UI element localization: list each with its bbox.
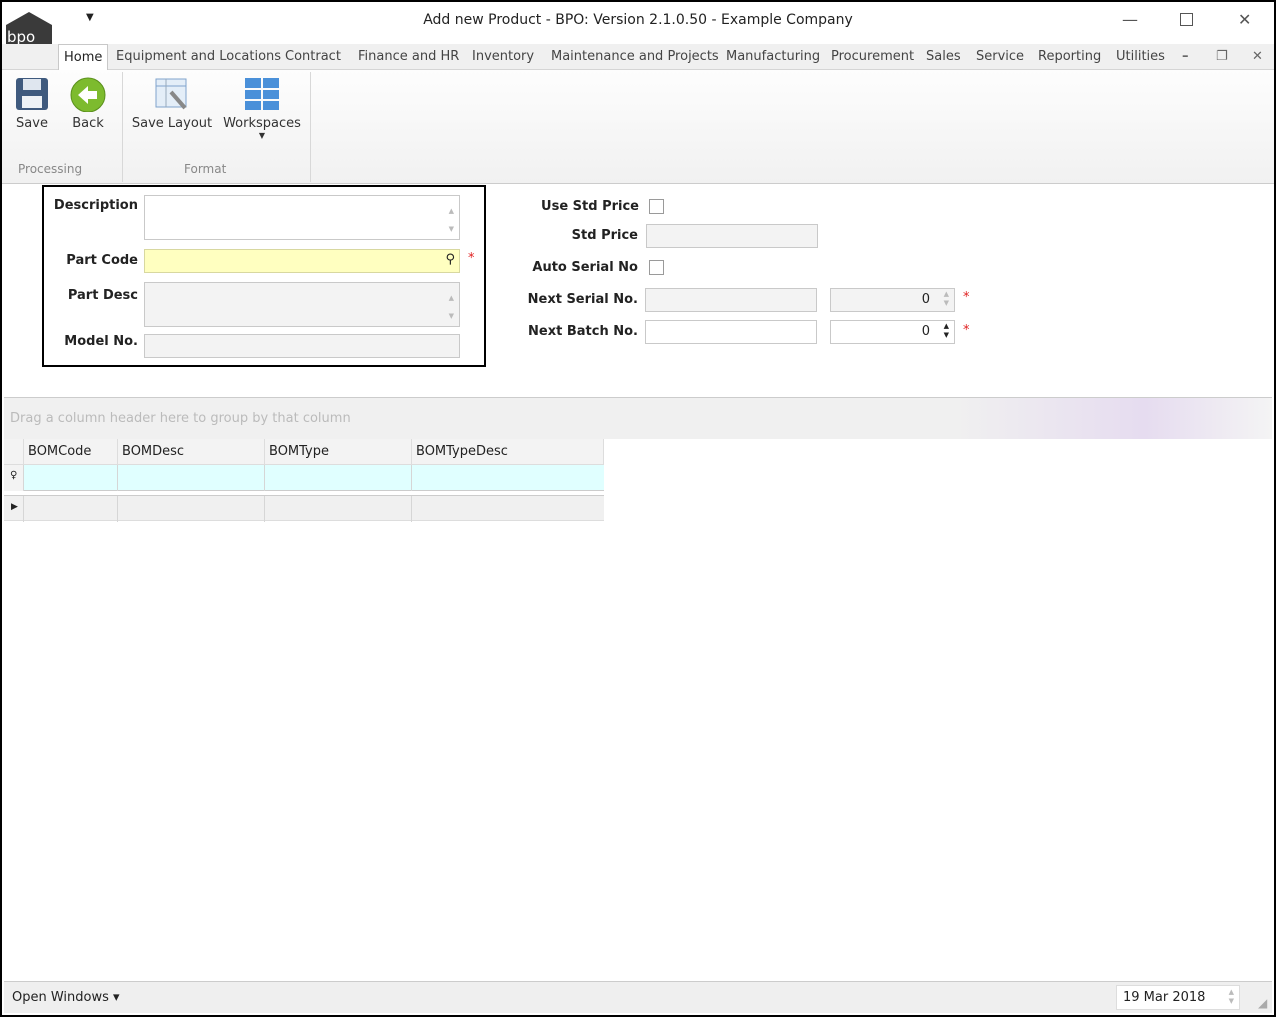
tab-equipment[interactable]: Equipment and Locations — [116, 49, 281, 64]
tab-reporting[interactable]: Reporting — [1038, 49, 1101, 64]
required-marker: * — [963, 290, 970, 305]
back-label: Back — [72, 116, 104, 131]
tab-contract[interactable]: Contract — [285, 49, 341, 64]
next-batch-no-label: Next Batch No. — [528, 324, 638, 339]
group-by-panel[interactable]: Drag a column header here to group by th… — [4, 397, 1272, 439]
std-price-label: Std Price — [571, 228, 638, 243]
next-serial-value: 0 — [921, 292, 930, 307]
description-field[interactable]: ▲ ▼ — [144, 195, 460, 240]
new-item-row[interactable]: ♀ — [4, 465, 604, 491]
next-batch-spinner[interactable]: 0 ▲ ▼ — [830, 320, 955, 344]
use-std-price-label: Use Std Price — [541, 199, 639, 214]
search-icon[interactable]: ⚲ — [445, 252, 455, 267]
cell[interactable] — [265, 465, 412, 491]
save-button[interactable]: Save — [10, 76, 54, 131]
save-layout-label: Save Layout — [131, 116, 213, 131]
cell[interactable] — [24, 465, 118, 491]
row-indicator-header — [4, 439, 24, 465]
part-desc-label: Part Desc — [67, 288, 138, 303]
use-std-price-checkbox[interactable] — [649, 199, 664, 214]
cell[interactable] — [118, 465, 265, 491]
group-separator — [310, 72, 311, 182]
mdi-minimize-button[interactable]: – — [1182, 49, 1189, 64]
tab-finance[interactable]: Finance and HR — [358, 49, 459, 64]
ribbon: Save Back Processing Save Layout Workspa… — [2, 70, 1274, 184]
cell[interactable] — [24, 496, 118, 522]
mdi-close-button[interactable]: ✕ — [1252, 49, 1263, 64]
description-label: Description — [53, 198, 138, 213]
ribbon-tabs: Home Equipment and Locations Contract Fi… — [2, 44, 1274, 71]
spinner-arrows-icon[interactable]: ▲ ▼ — [944, 322, 949, 340]
next-batch-value: 0 — [921, 324, 930, 339]
status-bar: Open Windows ▾ 19 Mar 2018 ▲ ▼ ◢ — [4, 981, 1272, 1013]
mdi-restore-button[interactable]: ❐ — [1216, 49, 1228, 64]
tab-utilities[interactable]: Utilities — [1116, 49, 1165, 64]
workspaces-grid-icon — [245, 78, 279, 110]
column-header-bomtypedesc[interactable]: BOMTypeDesc — [412, 439, 604, 465]
pin-icon: ♀ — [4, 465, 24, 491]
group-format-label: Format — [184, 162, 227, 176]
save-label: Save — [16, 116, 48, 131]
date-value: 19 Mar 2018 — [1123, 990, 1206, 1005]
column-header-bomtype[interactable]: BOMType — [265, 439, 412, 465]
layout-wrench-icon — [155, 78, 187, 110]
std-price-field[interactable] — [646, 224, 818, 248]
tab-procurement[interactable]: Procurement — [831, 49, 914, 64]
app-window: bpo ▼ Add new Product - BPO: Version 2.1… — [0, 0, 1276, 1017]
next-serial-no-label: Next Serial No. — [527, 292, 638, 307]
auto-serial-no-label: Auto Serial No — [532, 260, 638, 275]
workspaces-label: Workspaces — [223, 116, 301, 131]
part-code-label: Part Code — [66, 253, 138, 268]
cell[interactable] — [265, 496, 412, 522]
next-batch-no-field[interactable] — [645, 320, 817, 344]
workspaces-button[interactable]: Workspaces ▼ — [222, 76, 302, 140]
floppy-disk-icon — [16, 78, 48, 110]
part-code-field[interactable]: ⚲ — [144, 249, 460, 273]
open-windows-button[interactable]: Open Windows ▾ — [12, 990, 120, 1005]
group-separator — [122, 72, 123, 182]
date-field[interactable]: 19 Mar 2018 ▲ ▼ — [1116, 985, 1240, 1010]
minimize-button[interactable]: — — [1122, 10, 1138, 29]
tab-maintenance[interactable]: Maintenance and Projects — [551, 49, 719, 64]
close-button[interactable]: ✕ — [1238, 10, 1251, 29]
window-title: Add new Product - BPO: Version 2.1.0.50 … — [423, 12, 853, 28]
maximize-button[interactable] — [1180, 13, 1193, 26]
back-button[interactable]: Back — [66, 76, 110, 131]
cell[interactable] — [118, 496, 265, 522]
required-marker: * — [963, 323, 970, 338]
column-header-bomdesc[interactable]: BOMDesc — [118, 439, 265, 465]
tab-sales[interactable]: Sales — [926, 49, 961, 64]
next-serial-no-field[interactable] — [645, 288, 817, 312]
chevron-down-icon: ▼ — [258, 131, 266, 140]
tab-service[interactable]: Service — [976, 49, 1024, 64]
group-processing-label: Processing — [18, 162, 83, 176]
part-desc-field[interactable]: ▲ ▼ — [144, 282, 460, 327]
column-header-bomcode[interactable]: BOMCode — [24, 439, 118, 465]
tab-manufacturing[interactable]: Manufacturing — [726, 49, 820, 64]
back-arrow-icon — [70, 77, 106, 113]
auto-serial-no-checkbox[interactable] — [649, 260, 664, 275]
spinner-arrows-icon[interactable]: ▲ ▼ — [944, 290, 949, 308]
table-row[interactable]: ▶ — [4, 495, 604, 522]
row-pointer-icon: ▶ — [4, 496, 24, 522]
model-no-field[interactable] — [144, 334, 460, 358]
save-layout-button[interactable]: Save Layout — [130, 76, 214, 131]
tab-home[interactable]: Home — [58, 44, 109, 71]
model-no-label: Model No. — [64, 334, 138, 349]
required-marker: * — [468, 251, 475, 266]
tab-inventory[interactable]: Inventory — [472, 49, 534, 64]
next-serial-spinner[interactable]: 0 ▲ ▼ — [830, 288, 955, 312]
resize-grip-icon[interactable]: ◢ — [1258, 996, 1267, 1010]
